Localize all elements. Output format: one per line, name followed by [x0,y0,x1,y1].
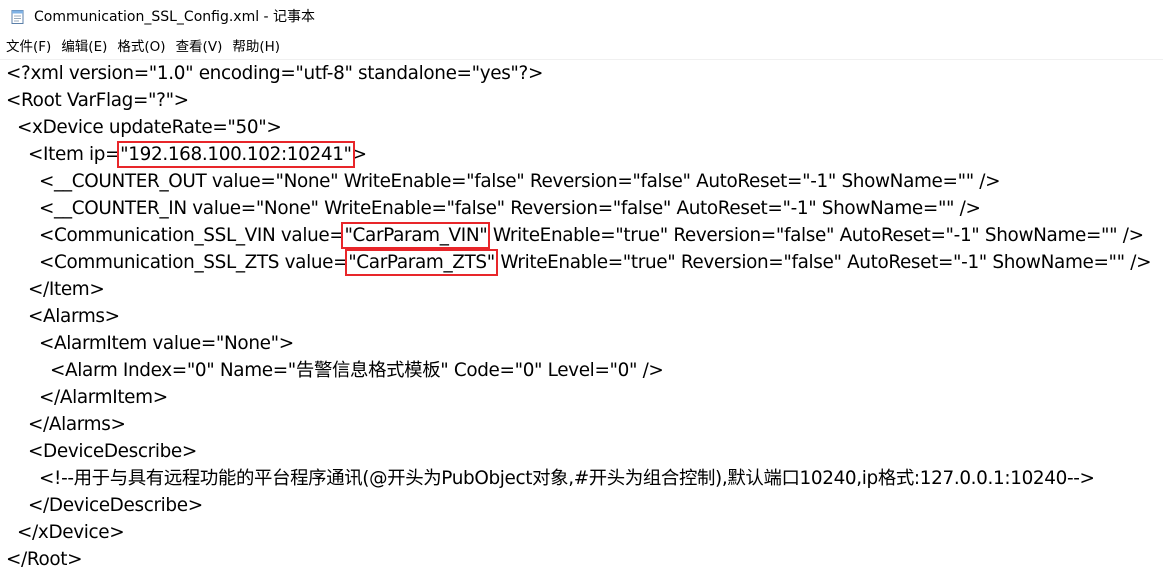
code-text: WriteEnable="true" Reversion="false" Aut… [487,225,1144,246]
notepad-icon [10,9,26,25]
window-title: Communication_SSL_Config.xml - 记事本 [34,9,316,25]
code-line: <__COUNTER_IN value="None" WriteEnable="… [6,195,981,222]
code-text: </xDevice> [17,522,125,543]
highlighted-value: "192.168.100.102:10241" [117,141,355,168]
code-text: <DeviceDescribe> [27,441,197,462]
code-text: <Root VarFlag="?"> [6,90,189,111]
code-line: <?xml version="1.0" encoding="utf-8" sta… [6,60,543,87]
code-line: </Item> [6,276,105,303]
code-text: <xDevice updateRate="50"> [17,117,282,138]
code-text: <__COUNTER_IN value="None" WriteEnable="… [38,198,981,219]
code-text: <__COUNTER_OUT value="None" WriteEnable=… [38,171,1001,192]
code-text: </Root> [6,549,83,570]
code-line: <Communication_SSL_ZTS value="CarParam_Z… [6,249,1152,276]
text-editor-area[interactable]: <?xml version="1.0" encoding="utf-8" sta… [0,60,1163,576]
code-text: </Item> [27,279,105,300]
code-line: <!--用于与具有远程功能的平台程序通讯(@开头为PubObject对象,#开头… [6,465,1095,492]
code-text: <?xml version="1.0" encoding="utf-8" sta… [6,63,544,84]
code-line: </Root> [6,546,83,573]
code-text: </AlarmItem> [38,387,168,408]
code-text: <Communication_SSL_VIN value= [38,225,345,246]
code-line: </Alarms> [6,411,126,438]
code-text: WriteEnable="true" Reversion="false" Aut… [494,252,1152,273]
code-text: <Item ip= [27,144,121,165]
code-line: <Communication_SSL_VIN value="CarParam_V… [6,222,1144,249]
code-line: <AlarmItem value="None"> [6,330,294,357]
code-text: <Alarm Index="0" Name="告警信息格式模板" Code="0… [49,360,664,381]
code-text: </DeviceDescribe> [27,495,203,516]
highlighted-value: "CarParam_VIN" [341,222,491,249]
menu-file[interactable]: 文件(F) [2,35,57,59]
code-text: <Alarms> [27,306,120,327]
title-bar[interactable]: Communication_SSL_Config.xml - 记事本 [0,0,1163,34]
code-text: </Alarms> [27,414,126,435]
code-line: </DeviceDescribe> [6,492,203,519]
code-line: </xDevice> [6,519,125,546]
menu-help[interactable]: 帮助(H) [228,35,286,59]
highlighted-value: "CarParam_ZTS" [345,249,498,276]
code-line: <__COUNTER_OUT value="None" WriteEnable=… [6,168,1001,195]
menu-format[interactable]: 格式(O) [113,35,171,59]
code-line: </AlarmItem> [6,384,168,411]
code-line: <Item ip="192.168.100.102:10241"> [6,141,367,168]
code-line: <DeviceDescribe> [6,438,197,465]
code-text: <!--用于与具有远程功能的平台程序通讯(@开头为PubObject对象,#开头… [38,468,1095,489]
code-line: <Alarm Index="0" Name="告警信息格式模板" Code="0… [6,357,664,384]
code-line: <Root VarFlag="?"> [6,87,189,114]
menu-bar: 文件(F) 编辑(E) 格式(O) 查看(V) 帮助(H) [0,35,1163,59]
menu-edit[interactable]: 编辑(E) [57,35,113,59]
code-line: <Alarms> [6,303,120,330]
code-text: <Communication_SSL_ZTS value= [38,252,349,273]
code-line: <xDevice updateRate="50"> [6,114,282,141]
code-text: <AlarmItem value="None"> [38,333,294,354]
menu-view[interactable]: 查看(V) [172,35,229,59]
code-text: > [351,144,367,165]
